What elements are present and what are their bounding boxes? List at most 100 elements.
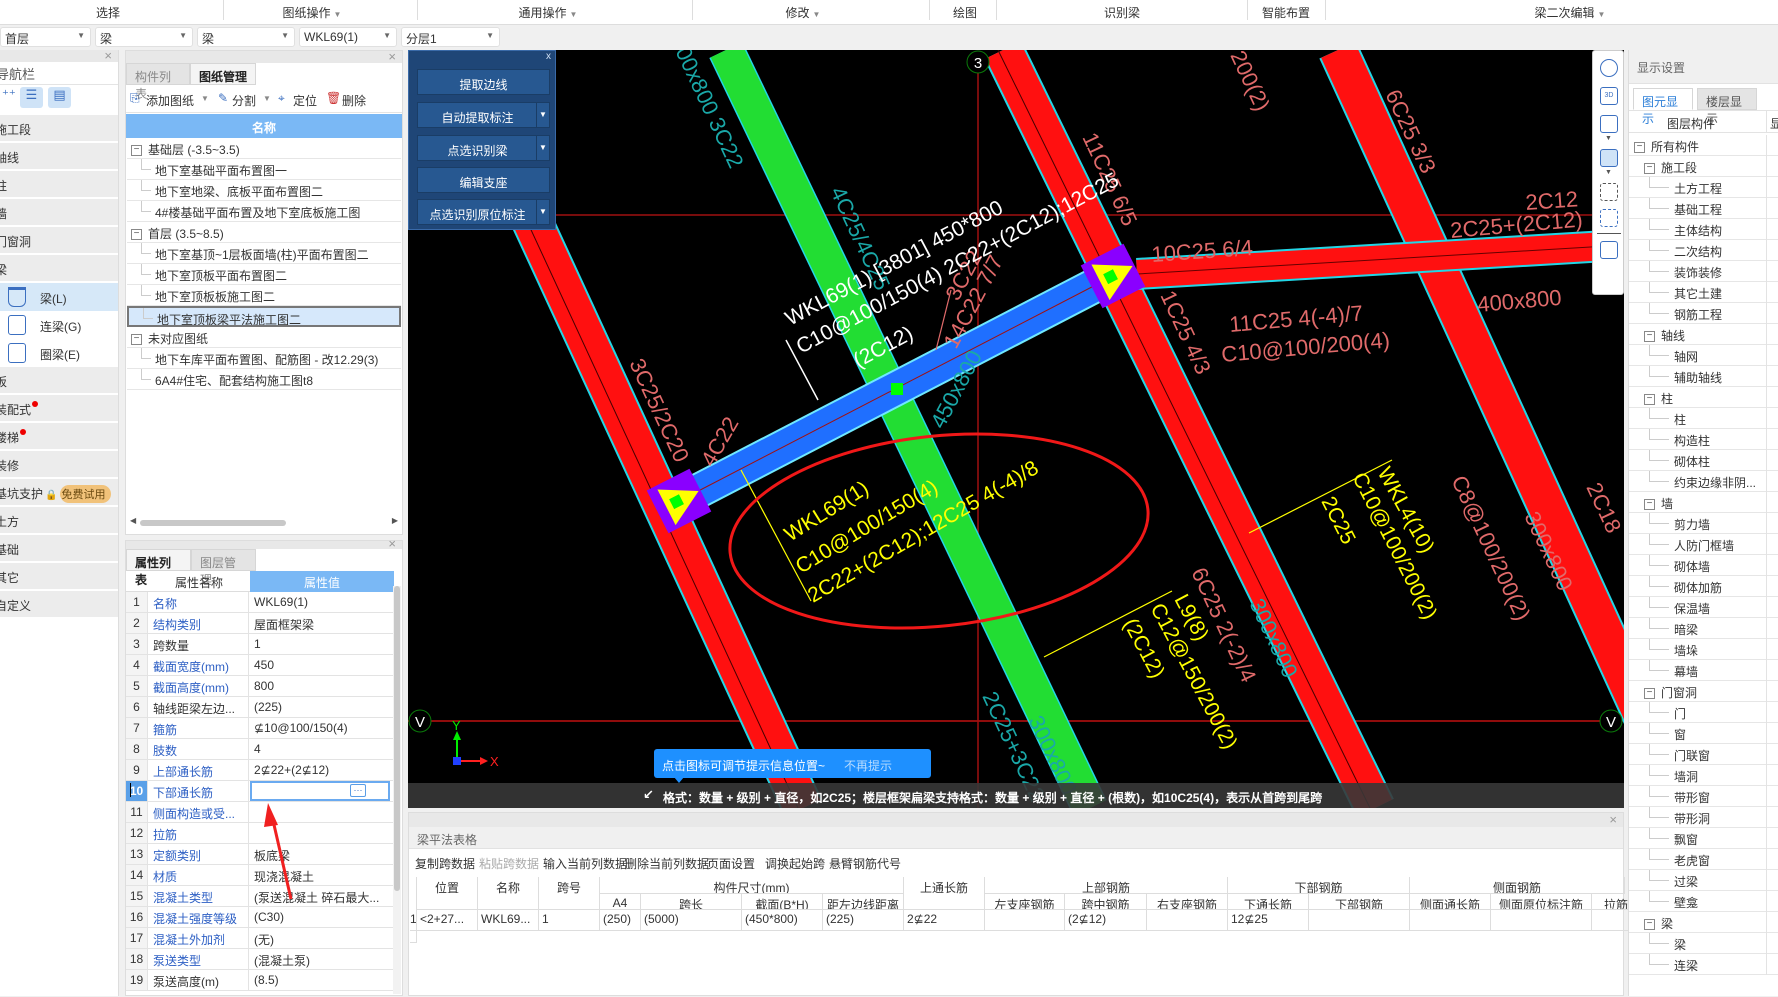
layer-tree-item[interactable]: 带形洞 [1629,807,1778,828]
nav-item-3[interactable]: 墙 [0,199,118,225]
nav-item-after-0[interactable]: 板 [0,367,118,393]
property-row[interactable]: 2 结构类别 屋面框架梁 [126,613,394,634]
menu-6[interactable]: 智能布置 [1262,4,1310,21]
tab-floor-display[interactable]: 楼层显示 [1697,88,1757,126]
table-action-5[interactable]: 调换起始跨 [765,855,825,872]
property-value[interactable]: 屋面框架梁 [250,613,390,633]
collapse-icon[interactable]: − [1644,331,1655,343]
nav-sub-item-0[interactable]: 梁(L) [0,283,118,311]
float-button-4[interactable]: 点选识别原位标注 ▼ [417,199,550,225]
nav-item-after-8[interactable]: 自定义 [0,591,118,617]
layer-tree-item[interactable]: − 梁 [1629,912,1778,933]
layer-tree-item[interactable]: − 所有构件 [1629,135,1778,156]
layer-tree-item[interactable]: 老虎窗 [1629,849,1778,870]
drawing-list-item[interactable]: 地下室基础平面布置图一 [127,159,401,180]
property-value[interactable]: (225) [250,697,390,717]
scrollbar-thumb[interactable] [140,520,286,526]
property-value[interactable]: 2⊈22+(2⊈12) [250,760,390,780]
nav-item-4[interactable]: 门窗洞 [0,227,118,253]
drawing-list-item[interactable]: 地下室顶板板施工图二 [127,285,401,306]
close-icon[interactable]: x [546,51,551,62]
tab-drawing-management[interactable]: 图纸管理 [190,63,256,85]
nav-item-5[interactable]: 梁 [0,255,118,281]
property-row[interactable]: 9 上部通长筋 2⊈22+(2⊈12) [126,760,394,781]
property-value[interactable]: 800 [250,676,390,696]
zoom-extents-icon[interactable] [1600,183,1618,201]
scrollbar-thumb[interactable] [394,586,400,891]
collapse-icon[interactable]: − [131,334,142,346]
isolate-icon[interactable] [1600,209,1618,227]
layer-tree-item[interactable]: 辅助轴线 [1629,366,1778,387]
property-row[interactable]: 4 截面宽度(mm) 450 [126,655,394,676]
table-action-3[interactable]: 删除当前列数据 [625,855,709,872]
layer-tree-item[interactable]: 砌体加筋 [1629,576,1778,597]
property-value[interactable]: 1 [250,634,390,654]
layer-tree-item[interactable]: 窗 [1629,723,1778,744]
drawing-list-item[interactable]: 地下室顶板梁平法施工图二 [127,306,401,327]
nav-item-after-6[interactable]: 基础 [0,535,118,561]
add-icon[interactable]: ⁺⁺ [2,87,16,103]
layer-tree-item[interactable]: 砌体柱 [1629,450,1778,471]
float-button-2[interactable]: 点选识别梁 ▼ [417,135,550,161]
nav-sub-item-2[interactable]: 圈梁(E) [0,339,118,367]
tab-component-list[interactable]: 构件列表 [126,63,190,101]
property-row[interactable]: 17 混凝土外加剂 (无) [126,928,394,949]
nav-item-after-4[interactable]: 基坑支护🔒免费试用 [0,479,118,505]
property-value[interactable]: WKL69(1) [250,592,390,612]
nav-item-2[interactable]: 柱 [0,171,118,197]
collapse-icon[interactable]: − [131,229,142,241]
layer-tree-item[interactable]: − 柱 [1629,387,1778,408]
tree-group[interactable]: − 首层 (3.5~8.5) [127,222,401,243]
float-button-0[interactable]: 提取边线 [417,69,550,95]
property-value[interactable]: 4 [250,739,390,759]
layer-tree-item[interactable]: 约束边缘非阴... [1629,471,1778,492]
collapse-icon[interactable]: − [1644,688,1655,700]
dismiss-hint-link[interactable]: 不再提示 [844,757,892,774]
layer-tree-item[interactable]: 基础工程 [1629,198,1778,219]
property-value[interactable]: (无) [250,928,390,948]
layer-tree-item[interactable]: 钢筋工程 [1629,303,1778,324]
property-row[interactable]: 8 肢数 4 [126,739,394,760]
layer-tree-item[interactable]: 人防门框墙 [1629,534,1778,555]
free-trial-badge[interactable]: 免费试用 [60,485,112,503]
cad-canvas[interactable]: 6C25 3/3 11C25 6/5 10C25 6/4 2C12 2C25+(… [408,50,1624,808]
layer-tree-item[interactable]: 带形窗 [1629,786,1778,807]
layer-tree-item[interactable]: 连梁 [1629,954,1778,975]
list-view-icon[interactable]: ☰ [20,87,43,108]
tab-element-display[interactable]: 图元显示 [1633,88,1693,126]
layer-visibility-icon[interactable] [1600,241,1618,259]
layer-tree-item[interactable]: 门 [1629,702,1778,723]
split-button[interactable]: 分割 [232,92,256,109]
layer-tree-item[interactable]: 梁 [1629,933,1778,954]
menu-2[interactable]: 通用操作 ▼ [519,4,578,21]
collapse-icon[interactable]: − [1644,919,1655,931]
layer-tree-item[interactable]: − 轴线 [1629,324,1778,345]
layer-tree-item[interactable]: 门联窗 [1629,744,1778,765]
close-icon[interactable]: × [388,536,396,551]
table-action-6[interactable]: 悬臂钢筋代号 [829,855,901,872]
nav-item-1[interactable]: 轴线 [0,143,118,169]
move-hint-icon[interactable]: ↙ [643,787,654,803]
more-button[interactable]: ··· [350,784,366,797]
menu-1[interactable]: 图纸操作 ▼ [283,4,342,21]
property-row[interactable]: 10 下部通长筋 ··· [126,781,394,802]
layer-tree-item[interactable]: 装饰装修 [1629,261,1778,282]
drawing-list-item[interactable]: 地下室顶板平面布置图二 [127,264,401,285]
chevron-down-icon[interactable]: ▼ [1605,169,1612,176]
property-value[interactable]: (8.5) [250,970,390,990]
chevron-down-icon[interactable]: ▼ [536,136,549,160]
menu-0[interactable]: 选择 [96,4,120,21]
menu-4[interactable]: 绘图 [953,4,977,21]
float-button-1[interactable]: 自动提取标注 ▼ [417,102,550,128]
detail-view-icon[interactable]: ▤ [48,87,71,108]
delete-button[interactable]: 删除 [342,92,366,109]
layer-tree-item[interactable]: − 门窗洞 [1629,681,1778,702]
property-row[interactable]: 7 箍筋 ⊈10@100/150(4) [126,718,394,739]
layer-tree-item[interactable]: 壁龛 [1629,891,1778,912]
nav-item-after-1[interactable]: 装配式 [0,395,118,421]
layer-tree-item[interactable]: 构造柱 [1629,429,1778,450]
property-value[interactable]: 450 [250,655,390,675]
beam-midpoint-grip[interactable] [891,383,903,395]
chevron-down-icon[interactable]: ▼ [536,200,549,224]
drawing-list-item[interactable]: 地下室地梁、底板平面布置图二 [127,180,401,201]
